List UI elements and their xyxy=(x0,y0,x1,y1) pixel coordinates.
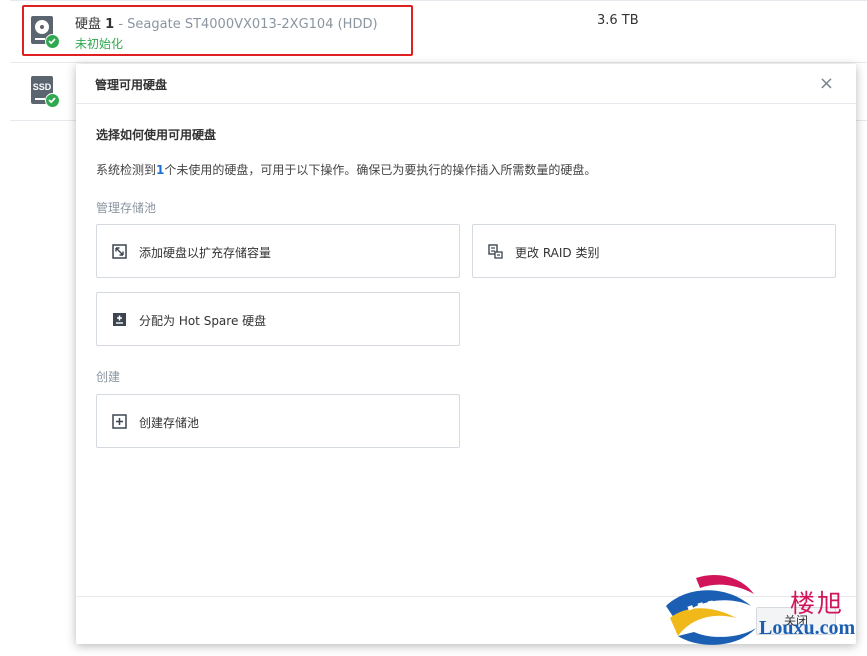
hot-spare-label: 分配为 Hot Spare 硬盘 xyxy=(139,314,267,328)
add-disk-expand-button[interactable]: 添加硬盘以扩充存储容量 xyxy=(96,224,460,278)
raid-change-icon xyxy=(488,244,503,259)
section-heading: 选择如何使用可用硬盘 xyxy=(96,128,217,142)
desc-after: 个未使用的硬盘，可用于以下操作。确保已为要执行的操作插入所需数量的硬盘。 xyxy=(164,163,597,177)
change-raid-button[interactable]: 更改 RAID 类别 xyxy=(472,224,836,278)
group-label-create: 创建 xyxy=(96,370,121,384)
watermark-cn: 楼旭 xyxy=(790,589,845,618)
add-icon xyxy=(112,414,127,429)
change-raid-label: 更改 RAID 类别 xyxy=(515,246,600,260)
hot-spare-icon xyxy=(112,312,127,327)
dialog-header: 管理可用硬盘 × xyxy=(76,64,856,104)
group-label-storage-pool: 管理存储池 xyxy=(96,201,157,215)
ssd-label: SSD xyxy=(32,82,52,92)
add-disk-label: 添加硬盘以扩充存储容量 xyxy=(139,246,272,260)
dialog-description: 系统检测到1个未使用的硬盘，可用于以下操作。确保已为要执行的操作插入所需数量的硬… xyxy=(96,161,596,178)
expand-icon xyxy=(112,244,127,259)
highlight-annotation xyxy=(22,5,413,56)
manage-disks-dialog: 管理可用硬盘 × 选择如何使用可用硬盘 系统检测到1个未使用的硬盘，可用于以下操… xyxy=(76,64,856,644)
watermark-en: Louxu.com xyxy=(759,617,856,639)
create-storage-pool-button[interactable]: 创建存储池 xyxy=(96,394,460,448)
healthy-check-icon xyxy=(45,93,60,108)
dialog-title: 管理可用硬盘 xyxy=(95,78,168,92)
dialog-footer: 关闭 xyxy=(76,596,856,644)
assign-hot-spare-button[interactable]: 分配为 Hot Spare 硬盘 xyxy=(96,292,460,346)
close-icon[interactable]: × xyxy=(819,75,834,93)
desc-before: 系统检测到 xyxy=(96,163,157,177)
disk-size: 3.6 TB xyxy=(597,13,639,28)
create-pool-label: 创建存储池 xyxy=(139,416,200,430)
